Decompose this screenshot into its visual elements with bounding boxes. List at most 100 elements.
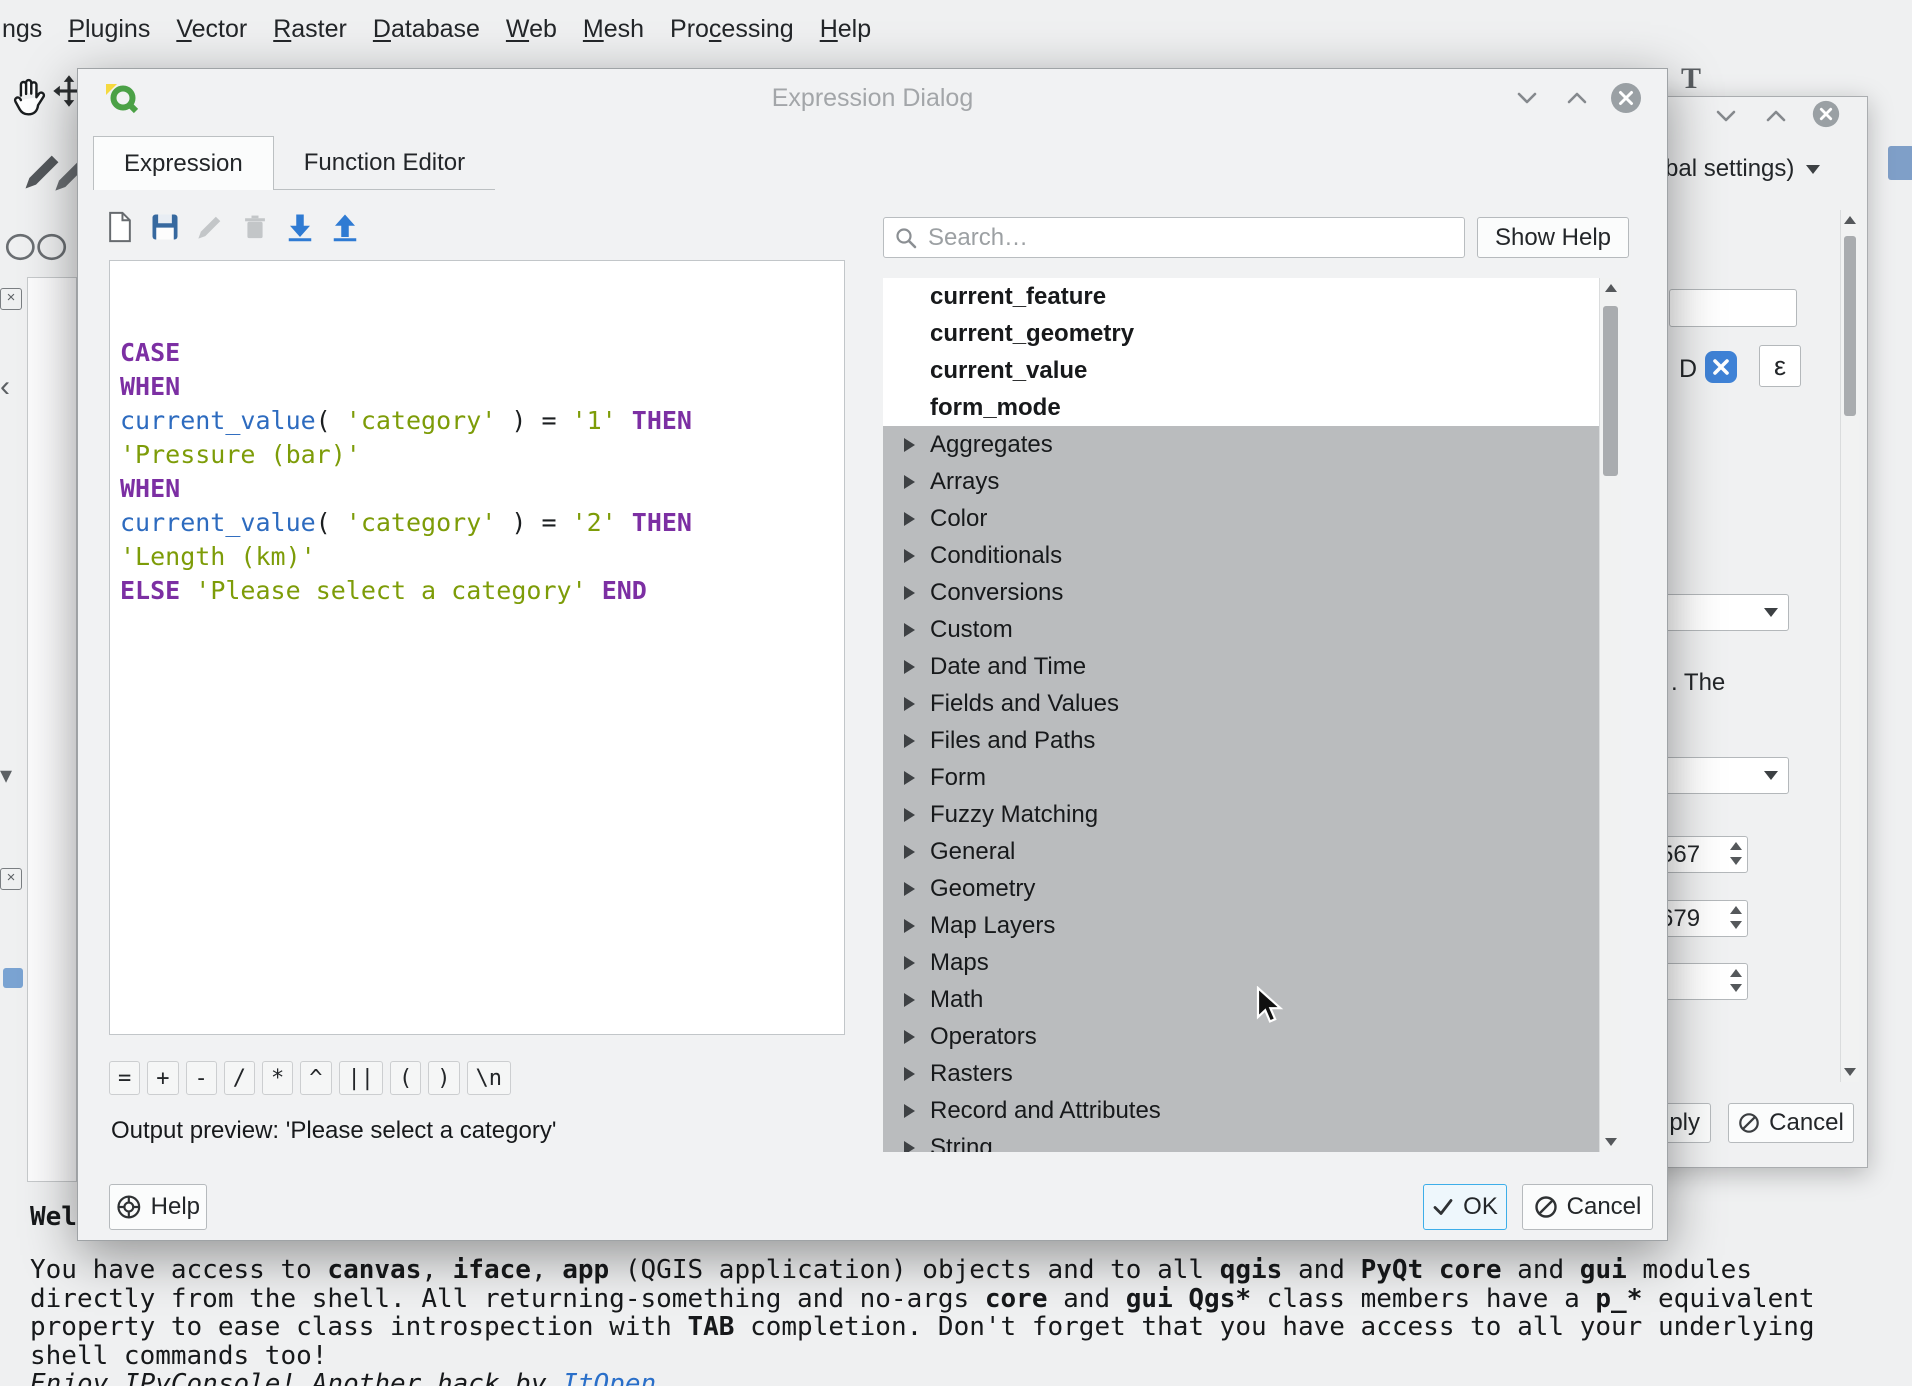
expander-icon[interactable]	[904, 512, 915, 526]
cancel-button[interactable]: Cancel	[1728, 1103, 1854, 1143]
export-expression-button[interactable]	[327, 207, 363, 247]
save-expression-button[interactable]	[147, 207, 183, 247]
expander-icon[interactable]	[904, 697, 915, 711]
menu-item-web[interactable]: Web	[493, 11, 570, 48]
show-help-button[interactable]: Show Help	[1477, 217, 1629, 258]
close-panel-icon[interactable]: ×	[0, 288, 22, 310]
operator-button[interactable]: -	[186, 1061, 217, 1095]
function-group-record-and-attributes[interactable]: Record and Attributes	[883, 1092, 1599, 1129]
function-item-current-value[interactable]: current_value	[883, 352, 1599, 389]
menu-item-ngs[interactable]: ngs	[0, 11, 55, 48]
menu-item-mesh[interactable]: Mesh	[570, 11, 657, 48]
roll-up-button[interactable]	[1759, 99, 1793, 133]
tab-function-editor[interactable]: Function Editor	[274, 136, 495, 190]
function-group-operators[interactable]: Operators	[883, 1018, 1599, 1055]
help-button[interactable]: Help	[109, 1184, 207, 1230]
expander-icon[interactable]	[904, 1067, 915, 1081]
expression-epsilon-button[interactable]: ε	[1759, 345, 1801, 387]
itopen-link[interactable]: ItOpen	[562, 1369, 656, 1386]
operator-button[interactable]: (	[390, 1061, 421, 1095]
close-panel-2-icon[interactable]: ×	[0, 868, 22, 890]
roll-down-button[interactable]	[1709, 99, 1743, 133]
function-group-fields-and-values[interactable]: Fields and Values	[883, 685, 1599, 722]
function-group-math[interactable]: Math	[883, 981, 1599, 1018]
function-group-rasters[interactable]: Rasters	[883, 1055, 1599, 1092]
function-item-current-geometry[interactable]: current_geometry	[883, 315, 1599, 352]
function-group-custom[interactable]: Custom	[883, 611, 1599, 648]
expander-icon[interactable]	[904, 993, 915, 1007]
menu-item-processing[interactable]: Processing	[657, 11, 807, 48]
menu-item-vector[interactable]: Vector	[163, 11, 260, 48]
expander-icon[interactable]	[904, 549, 915, 563]
function-group-maps[interactable]: Maps	[883, 944, 1599, 981]
tab-expression[interactable]: Expression	[93, 136, 274, 190]
function-group-form[interactable]: Form	[883, 759, 1599, 796]
function-group-arrays[interactable]: Arrays	[883, 463, 1599, 500]
spin-up-icon[interactable]	[1730, 842, 1742, 850]
expander-icon[interactable]	[904, 586, 915, 600]
ok-button[interactable]: OK	[1423, 1184, 1507, 1230]
operator-button[interactable]: ^	[300, 1061, 331, 1095]
function-group-geometry[interactable]: Geometry	[883, 870, 1599, 907]
edit-expression-button[interactable]	[192, 207, 228, 247]
operator-button[interactable]: /	[224, 1061, 255, 1095]
function-group-fuzzy-matching[interactable]: Fuzzy Matching	[883, 796, 1599, 833]
select-circle-icon[interactable]	[4, 230, 68, 264]
background-dialog-scrollbar[interactable]	[1840, 210, 1859, 1082]
function-group-string[interactable]: String	[883, 1129, 1599, 1152]
pan-hand-icon[interactable]	[8, 74, 50, 122]
expander-icon[interactable]	[904, 734, 915, 748]
menu-item-help[interactable]: Help	[807, 11, 884, 48]
expander-icon[interactable]	[904, 1104, 915, 1118]
roll-down-button[interactable]	[1510, 81, 1544, 115]
spin-down-icon[interactable]	[1730, 857, 1742, 865]
expander-icon[interactable]	[904, 808, 915, 822]
expander-icon[interactable]	[904, 771, 915, 785]
expander-icon[interactable]	[904, 475, 915, 489]
delete-expression-button[interactable]	[237, 207, 273, 247]
operator-button[interactable]: )	[428, 1061, 459, 1095]
function-group-color[interactable]: Color	[883, 500, 1599, 537]
import-expression-button[interactable]	[282, 207, 318, 247]
close-button[interactable]	[1609, 81, 1643, 115]
menu-item-plugins[interactable]: Plugins	[55, 11, 163, 48]
roll-up-button[interactable]	[1560, 81, 1594, 115]
scope-combobox[interactable]: bal settings)	[1665, 155, 1820, 183]
expander-icon[interactable]	[904, 956, 915, 970]
operator-button[interactable]: +	[147, 1061, 178, 1095]
function-list-scrollbar[interactable]	[1599, 278, 1621, 1152]
function-item-current-feature[interactable]: current_feature	[883, 278, 1599, 315]
expander-icon[interactable]	[904, 1030, 915, 1044]
layer-icon[interactable]	[3, 968, 23, 988]
operator-button[interactable]: ||	[339, 1061, 384, 1095]
function-group-files-and-paths[interactable]: Files and Paths	[883, 722, 1599, 759]
function-group-date-and-time[interactable]: Date and Time	[883, 648, 1599, 685]
toolbar-icon-partial[interactable]	[1888, 146, 1912, 180]
spin-up-icon[interactable]	[1730, 969, 1742, 977]
new-expression-button[interactable]	[102, 207, 138, 247]
scrollbar-thumb[interactable]	[1844, 236, 1856, 416]
function-group-conditionals[interactable]: Conditionals	[883, 537, 1599, 574]
scrollbar-thumb[interactable]	[1603, 306, 1618, 476]
combobox-1[interactable]	[1651, 594, 1789, 631]
function-item-form-mode[interactable]: form_mode	[883, 389, 1599, 426]
close-button[interactable]	[1809, 97, 1843, 131]
spin-up-icon[interactable]	[1730, 906, 1742, 914]
function-group-general[interactable]: General	[883, 833, 1599, 870]
operator-button[interactable]: \n	[467, 1061, 512, 1095]
function-group-conversions[interactable]: Conversions	[883, 574, 1599, 611]
spin-down-icon[interactable]	[1730, 984, 1742, 992]
expander-icon[interactable]	[904, 660, 915, 674]
expander-icon[interactable]	[904, 882, 915, 896]
expander-icon[interactable]	[904, 1141, 915, 1153]
function-group-aggregates[interactable]: Aggregates	[883, 426, 1599, 463]
override-icon[interactable]	[1703, 349, 1739, 385]
expander-icon[interactable]	[904, 919, 915, 933]
cancel-button[interactable]: Cancel	[1522, 1184, 1653, 1230]
expander-icon[interactable]	[904, 438, 915, 452]
function-group-map-layers[interactable]: Map Layers	[883, 907, 1599, 944]
collapse-left-icon[interactable]: ‹	[0, 372, 10, 402]
search-input[interactable]	[918, 224, 1464, 252]
text-field[interactable]	[1669, 289, 1797, 327]
chevron-icon[interactable]: ▾	[0, 764, 12, 788]
